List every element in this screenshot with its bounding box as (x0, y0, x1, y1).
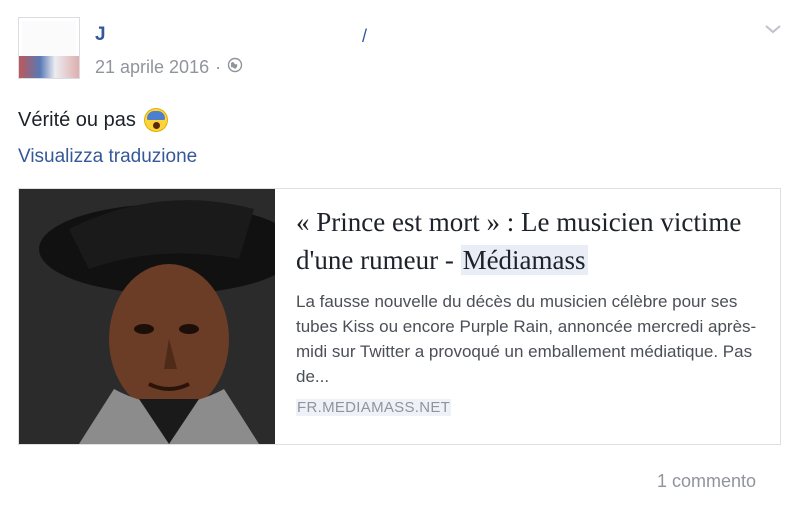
link-description: La fausse nouvelle du décès du musicien … (296, 292, 757, 386)
post-date[interactable]: 21 aprile 2016 (95, 57, 209, 78)
globe-icon[interactable] (227, 57, 243, 78)
link-card[interactable]: « Prince est mort » : Le musicien victim… (18, 188, 781, 445)
chevron-down-icon[interactable] (762, 18, 784, 40)
post-text: Vérité ou pas (18, 108, 136, 131)
link-thumbnail[interactable] (19, 189, 275, 444)
avatar-color-strip (19, 56, 79, 78)
author-name[interactable]: J (95, 24, 106, 46)
screaming-face-emoji-icon (143, 108, 168, 132)
translate-link[interactable]: Visualizza traduzione (18, 146, 197, 168)
link-title[interactable]: « Prince est mort » : Le musicien victim… (296, 203, 766, 279)
meta-separator: · (215, 57, 222, 77)
post-body: Vérité ou pas (18, 108, 168, 132)
author-name-suffix[interactable]: / (362, 26, 367, 47)
link-title-highlight: Médiamass (460, 245, 588, 275)
link-card-body: « Prince est mort » : Le musicien victim… (296, 203, 766, 417)
avatar[interactable] (18, 17, 80, 79)
comments-count-link[interactable]: 1 commento (657, 471, 756, 492)
link-domain: FR.MEDIAMASS.NET (296, 399, 452, 416)
post-meta: 21 aprile 2016 · (95, 57, 243, 78)
